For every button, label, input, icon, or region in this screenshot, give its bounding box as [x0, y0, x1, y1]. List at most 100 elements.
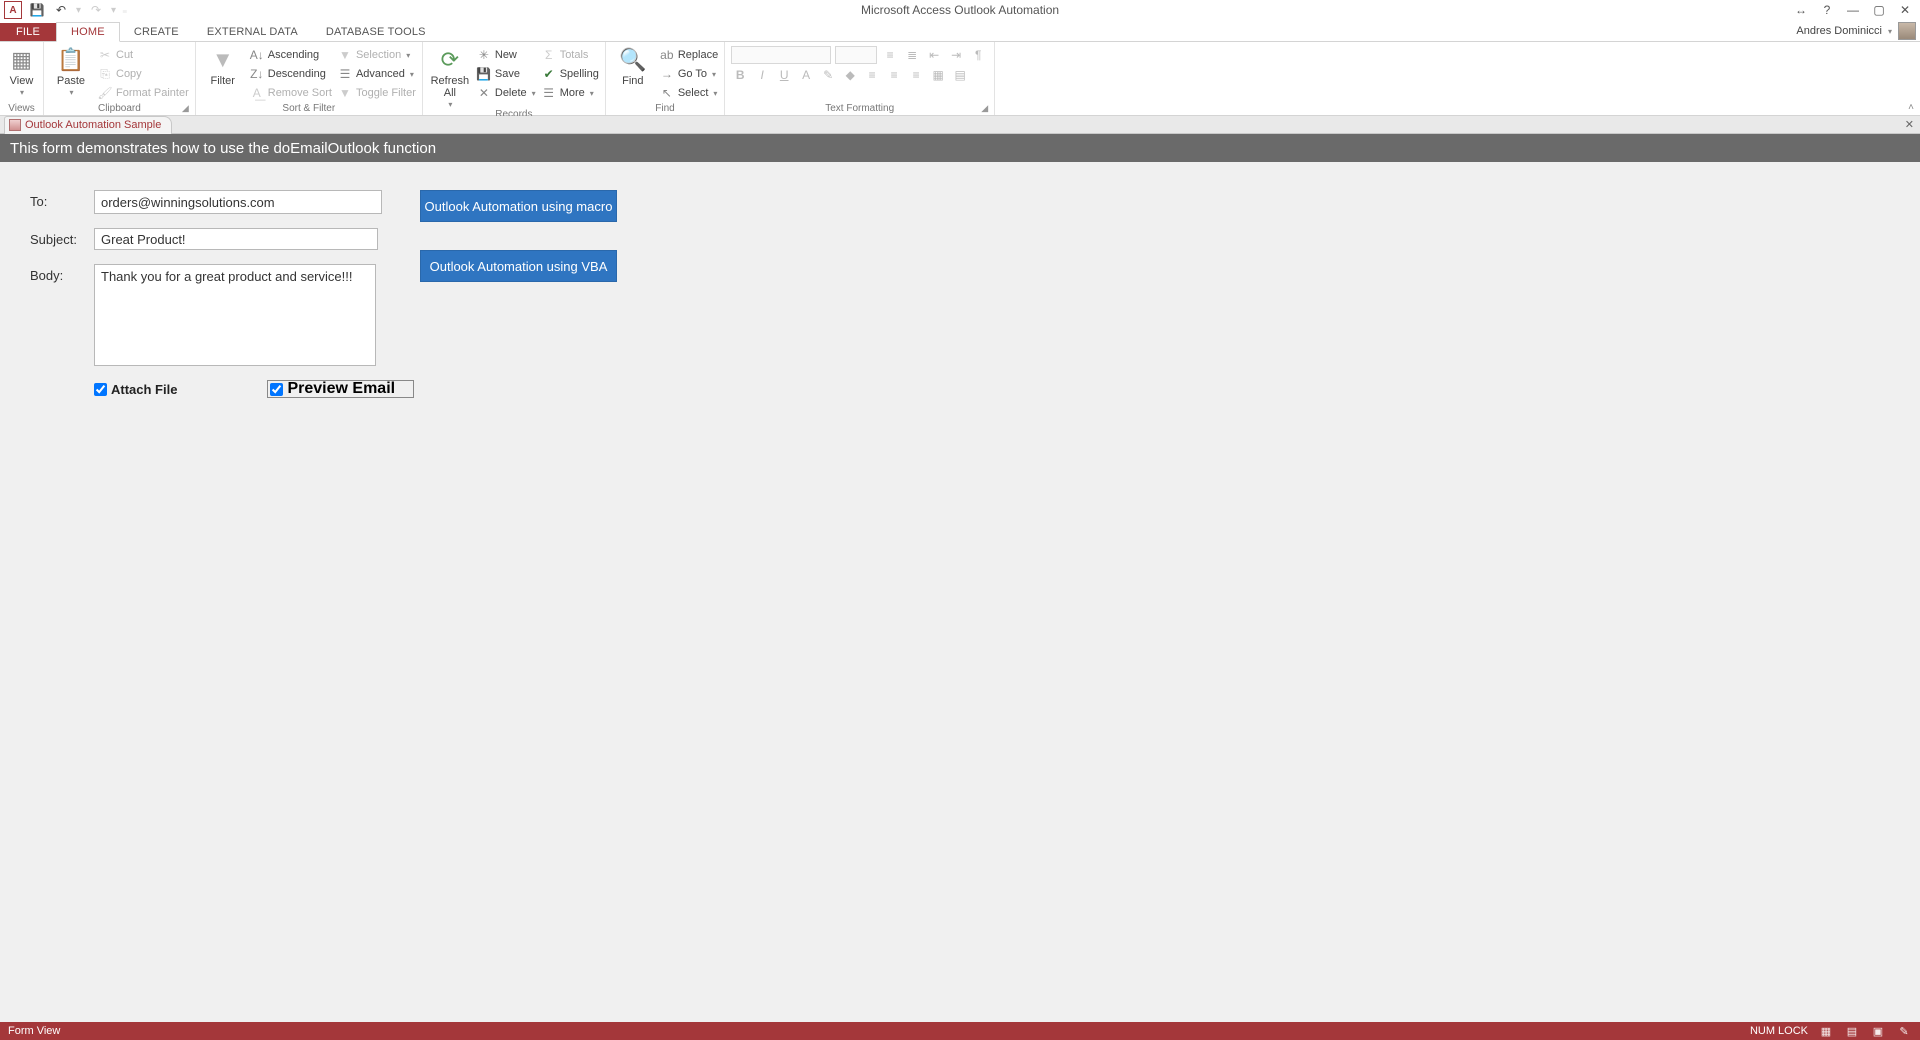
help-icon[interactable]: ?: [1818, 1, 1836, 19]
save-label: Save: [495, 68, 520, 80]
cut-button[interactable]: ✂Cut: [98, 46, 189, 64]
group-clipboard-label: Clipboard◢: [50, 103, 189, 115]
delete-button[interactable]: ✕Delete▾: [477, 84, 536, 102]
find-button[interactable]: 🔍 Find: [612, 44, 654, 87]
fill-color-icon[interactable]: ◆: [841, 66, 859, 84]
tab-home[interactable]: HOME: [56, 22, 120, 42]
outlook-vba-button[interactable]: Outlook Automation using VBA: [420, 250, 617, 282]
preview-email-label: Preview Email: [287, 380, 395, 398]
save-icon: 💾: [477, 67, 491, 81]
to-label: To:: [30, 190, 94, 209]
dialog-launcher-icon[interactable]: ◢: [981, 103, 988, 114]
totals-button[interactable]: ΣTotals: [542, 46, 599, 64]
align-center-icon[interactable]: ≡: [885, 66, 903, 84]
replace-button[interactable]: abReplace: [660, 46, 718, 64]
preview-email-input[interactable]: [270, 383, 283, 396]
tab-database-tools[interactable]: DATABASE TOOLS: [312, 23, 440, 41]
avatar[interactable]: [1898, 22, 1916, 40]
copy-icon: ⎘: [98, 67, 112, 81]
undo-icon[interactable]: ↶: [52, 1, 70, 19]
numbering-icon[interactable]: ≣: [903, 46, 921, 64]
close-icon[interactable]: ✕: [1896, 1, 1914, 19]
copy-button[interactable]: ⎘Copy: [98, 65, 189, 83]
user-block[interactable]: Andres Dominicci ▾: [1796, 22, 1916, 40]
paste-button[interactable]: 📋 Paste ▾: [50, 44, 92, 97]
bullets-icon[interactable]: ≡: [881, 46, 899, 64]
underline-icon[interactable]: U: [775, 66, 793, 84]
qat-customize[interactable]: ₌: [122, 5, 127, 16]
bold-icon[interactable]: B: [731, 66, 749, 84]
highlight-icon[interactable]: ✎: [819, 66, 837, 84]
select-label: Select: [678, 87, 709, 99]
italic-icon[interactable]: I: [753, 66, 771, 84]
view-form-icon[interactable]: ▦: [1818, 1024, 1834, 1038]
save-button[interactable]: 💾 Save: [477, 65, 536, 83]
font-family-select[interactable]: [731, 46, 831, 64]
options-icon[interactable]: ↔: [1792, 1, 1810, 19]
attach-file-input[interactable]: [94, 383, 107, 396]
paste-label: Paste: [57, 75, 85, 87]
goto-label: Go To: [678, 68, 707, 80]
toggle-filter-button[interactable]: ▼Toggle Filter: [338, 84, 416, 102]
select-button[interactable]: ↖Select▾: [660, 84, 718, 102]
restore-icon[interactable]: ▢: [1870, 1, 1888, 19]
alt-row-color-icon[interactable]: ▤: [951, 66, 969, 84]
body-textarea[interactable]: [94, 264, 376, 366]
indent-left-icon[interactable]: ⇤: [925, 46, 943, 64]
form-header: This form demonstrates how to use the do…: [0, 134, 1920, 162]
align-left-icon[interactable]: ≡: [863, 66, 881, 84]
spelling-icon: ✔: [542, 67, 556, 81]
text-direction-icon[interactable]: ¶: [969, 46, 987, 64]
new-button[interactable]: ✳ New: [477, 46, 536, 64]
attach-file-checkbox[interactable]: Attach File: [94, 382, 177, 397]
to-input[interactable]: [94, 190, 382, 214]
view-button[interactable]: ▦ View ▾: [6, 44, 37, 97]
refresh-button[interactable]: ⟳ Refresh All ▾: [429, 44, 471, 109]
form-header-text: This form demonstrates how to use the do…: [10, 140, 436, 157]
cut-label: Cut: [116, 49, 133, 61]
find-icon: 🔍: [619, 46, 647, 74]
form-body: To: Subject: Body: Attach File Preview E…: [0, 162, 1920, 1022]
ascending-label: Ascending: [268, 49, 319, 61]
outlook-vba-label: Outlook Automation using VBA: [430, 259, 608, 274]
indent-right-icon[interactable]: ⇥: [947, 46, 965, 64]
ascending-button[interactable]: A↓Ascending: [250, 46, 332, 64]
filter-button[interactable]: ▼ Filter: [202, 44, 244, 87]
view-icon: ▦: [8, 46, 36, 74]
ribbon-tabs: FILE HOME CREATE EXTERNAL DATA DATABASE …: [0, 20, 1920, 42]
doctab-outlook-automation[interactable]: Outlook Automation Sample: [4, 116, 172, 134]
selection-button[interactable]: ▼Selection▾: [338, 46, 416, 64]
more-button[interactable]: ☰More▾: [542, 84, 599, 102]
subject-input[interactable]: [94, 228, 378, 250]
save-icon[interactable]: 💾: [28, 1, 46, 19]
view-layout-icon[interactable]: ▣: [1870, 1024, 1886, 1038]
tab-file[interactable]: FILE: [0, 23, 56, 41]
goto-button[interactable]: →Go To▾: [660, 65, 718, 83]
preview-email-checkbox[interactable]: Preview Email: [267, 380, 414, 398]
format-painter-button[interactable]: 🖌Format Painter: [98, 84, 189, 102]
remove-sort-button[interactable]: A͟Remove Sort: [250, 84, 332, 102]
group-records: ⟳ Refresh All ▾ ✳ New 💾 Save ✕Delete▾ ΣTot…: [423, 42, 606, 115]
align-right-icon[interactable]: ≡: [907, 66, 925, 84]
view-design-icon[interactable]: ✎: [1896, 1024, 1912, 1038]
new-label: New: [495, 49, 517, 61]
redo-icon[interactable]: ↷: [87, 1, 105, 19]
close-tab-icon[interactable]: ✕: [1905, 118, 1914, 131]
view-datasheet-icon[interactable]: ▤: [1844, 1024, 1860, 1038]
collapse-ribbon-icon[interactable]: ˄: [1908, 102, 1914, 113]
gridlines-icon[interactable]: ▦: [929, 66, 947, 84]
font-color-icon[interactable]: A: [797, 66, 815, 84]
new-icon: ✳: [477, 48, 491, 62]
advanced-button[interactable]: ☰Advanced▾: [338, 65, 416, 83]
spelling-button[interactable]: ✔ Spelling: [542, 65, 599, 83]
outlook-macro-button[interactable]: Outlook Automation using macro: [420, 190, 617, 222]
spelling-label: Spelling: [560, 68, 599, 80]
minimize-icon[interactable]: —: [1844, 1, 1862, 19]
font-size-select[interactable]: [835, 46, 877, 64]
tab-create[interactable]: CREATE: [120, 23, 193, 41]
tab-external-data[interactable]: EXTERNAL DATA: [193, 23, 312, 41]
status-bar: Form View NUM LOCK ▦ ▤ ▣ ✎: [0, 1022, 1920, 1040]
dialog-launcher-icon[interactable]: ◢: [182, 103, 189, 114]
descending-label: Descending: [268, 68, 326, 80]
descending-button[interactable]: Z↓Descending: [250, 65, 332, 83]
